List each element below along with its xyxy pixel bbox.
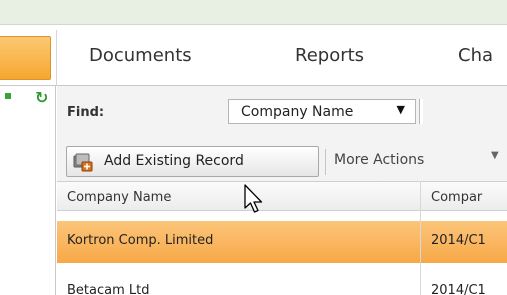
- add-record-icon: [73, 153, 93, 172]
- column-header-company-name[interactable]: Company Name: [67, 190, 171, 205]
- cell-code: 2014/C1: [431, 283, 486, 295]
- mouse-cursor-icon: [244, 184, 263, 213]
- more-actions-button[interactable]: More Actions: [334, 152, 424, 168]
- nav-item-cha[interactable]: Cha: [458, 45, 493, 66]
- table-row[interactable]: Kortron Comp. Limited 2014/C1: [57, 221, 507, 263]
- add-existing-record-label: Add Existing Record: [104, 153, 244, 169]
- nav-item-reports[interactable]: Reports: [295, 45, 364, 66]
- column-header-compar[interactable]: Compar: [431, 190, 482, 205]
- nav-divider: [56, 30, 57, 86]
- column-divider: [420, 181, 421, 295]
- nav-active-tab[interactable]: [0, 36, 51, 80]
- refresh-icon[interactable]: ↻: [35, 89, 53, 107]
- toolbar-divider: [325, 149, 326, 175]
- left-panel: [0, 86, 56, 295]
- add-existing-record-button[interactable]: Add Existing Record: [66, 146, 319, 177]
- more-actions-caret-icon: ▼: [491, 150, 499, 161]
- cell-company-name: Kortron Comp. Limited: [67, 233, 214, 248]
- cell-company-name: Betacam Ltd: [67, 283, 150, 295]
- find-input[interactable]: [419, 99, 423, 124]
- find-label: Find:: [67, 105, 105, 120]
- table-row[interactable]: Betacam Ltd 2014/C1: [57, 263, 507, 295]
- find-field-value: Company Name: [241, 104, 354, 120]
- nav-item-documents[interactable]: Documents: [89, 45, 192, 66]
- main-nav: [0, 30, 507, 86]
- chevron-down-icon: ▼: [396, 103, 405, 116]
- top-strip: [0, 0, 507, 25]
- cell-code: 2014/C1: [431, 233, 486, 248]
- find-field-select[interactable]: Company Name ▼: [228, 99, 416, 124]
- status-dot-icon: [5, 93, 11, 99]
